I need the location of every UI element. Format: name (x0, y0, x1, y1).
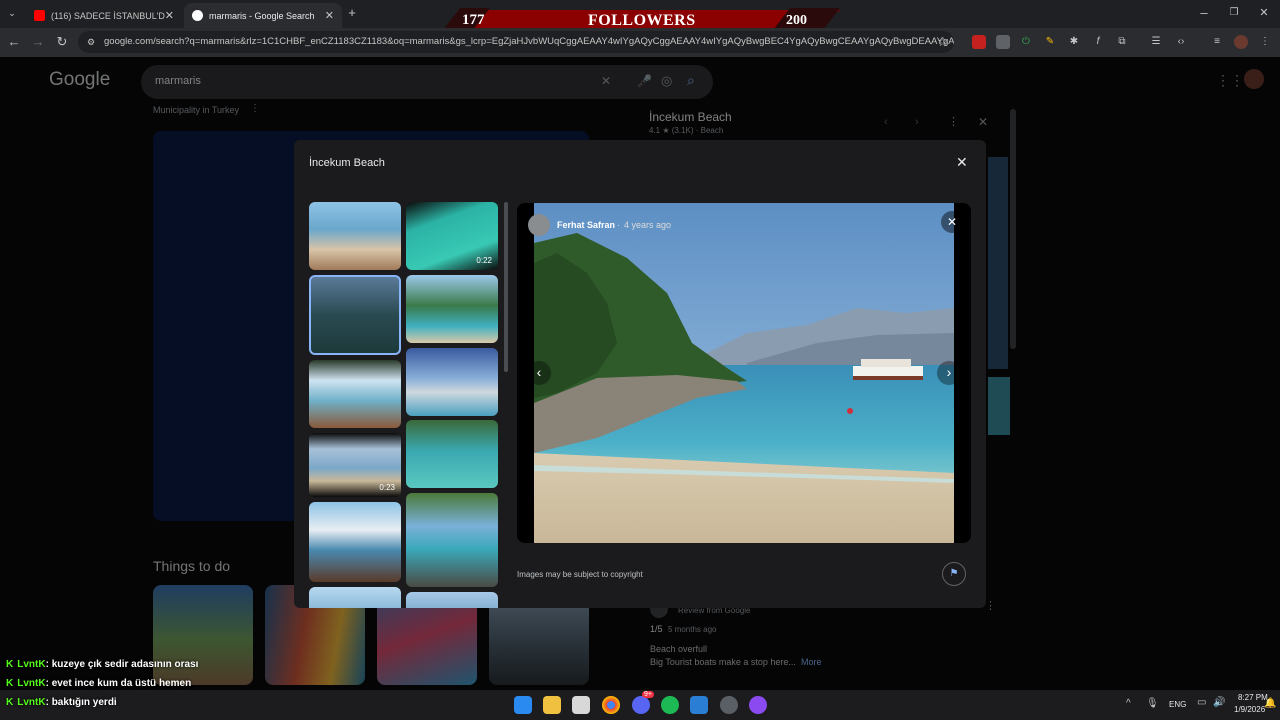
forward-icon[interactable]: → (30, 34, 46, 50)
taskbar: 9+ ^ 🎙 ENG ▭ 🔊 8:27 PM 1/9/2026 🔔 (0, 690, 1280, 720)
video-duration: 0:22 (476, 256, 492, 265)
profile-avatar[interactable] (1234, 35, 1248, 49)
volume-icon[interactable]: 🔊 (1213, 697, 1225, 708)
store-icon[interactable] (572, 696, 590, 714)
gallery-scrollbar[interactable] (504, 202, 508, 372)
post-time: 4 years ago (624, 220, 672, 230)
minimize-icon[interactable]: – (1196, 5, 1212, 21)
language-indicator[interactable]: ENG (1169, 700, 1186, 709)
chat-text: baktığın yerdi (51, 697, 117, 708)
image-viewer-modal: İncekum Beach ✕ 0:22 0:23 Ferhat Safran … (294, 140, 986, 608)
beach-photo[interactable] (517, 203, 971, 543)
window-close-icon[interactable]: ✕ (1256, 5, 1272, 21)
clock-date[interactable]: 1/9/2026 (1234, 705, 1265, 714)
obs-icon[interactable] (720, 696, 738, 714)
gallery-thumbnail-selected[interactable] (309, 275, 401, 355)
tab-title: marmaris - Google Search (209, 10, 315, 21)
viewer-close-icon[interactable]: ✕ (941, 211, 963, 233)
chat-message: K LvntK: baktığın yerdi (6, 697, 117, 708)
gallery-thumbnail[interactable] (406, 420, 498, 488)
tab-youtube[interactable]: (116) SADECE İSTANBUL'DA YA ✕ (26, 3, 182, 28)
followers-goal: 200 (786, 13, 807, 28)
modal-close-icon[interactable]: ✕ (956, 154, 968, 171)
restore-icon[interactable]: ❐ (1226, 5, 1242, 21)
google-icon (192, 10, 203, 21)
chat-message: K LvntK: evet ince kum da üstü hemen (6, 678, 192, 689)
function-extension-icon[interactable]: f (1091, 35, 1105, 49)
back-icon[interactable]: ← (6, 34, 22, 50)
copyright-notice: Images may be subject to copyright (517, 570, 643, 579)
next-image-icon[interactable]: › (937, 361, 961, 385)
followers-current: 177 (462, 12, 485, 28)
youtube-icon (34, 10, 45, 21)
windows-start-icon[interactable] (514, 696, 532, 714)
new-tab-icon[interactable]: + (344, 5, 360, 21)
kick-icon: K (6, 678, 14, 689)
author-name[interactable]: Ferhat Safran (557, 220, 615, 230)
video-duration: 0:23 (379, 483, 395, 492)
search-page: Google marmaris ✕ 🎤 ◎ ⌕ ⋮⋮ Municipality … (0, 57, 1280, 690)
tab-search-list-icon[interactable]: ≡ (1210, 35, 1224, 49)
gallery-thumbnail[interactable] (406, 592, 498, 608)
app-icon[interactable] (749, 696, 767, 714)
reload-icon[interactable]: ↻ (54, 34, 70, 50)
modal-title: İncekum Beach (309, 157, 385, 169)
close-tab-icon[interactable]: ✕ (325, 9, 334, 22)
gallery-thumbnail[interactable] (406, 348, 498, 416)
gallery-video-thumbnail[interactable]: 0:22 (406, 202, 498, 270)
reading-list-icon[interactable]: ☰ (1149, 35, 1163, 49)
extension-icon[interactable] (996, 35, 1010, 49)
tab-search-icon[interactable]: ⌄ (4, 5, 20, 21)
address-bar[interactable]: ⚙ google.com/search?q=marmaris&rlz=1C1CH… (78, 31, 954, 53)
tab-google-search[interactable]: marmaris - Google Search ✕ (184, 3, 342, 28)
gallery-thumbnail[interactable] (309, 502, 401, 582)
gallery-thumbnail[interactable] (406, 275, 498, 343)
vscode-icon[interactable] (690, 696, 708, 714)
bookmark-star-icon[interactable]: ☆ (935, 34, 951, 50)
kick-icon: K (6, 697, 14, 708)
extension-icon[interactable] (972, 35, 986, 49)
gallery-thumbnail[interactable] (309, 360, 401, 428)
gallery-video-thumbnail[interactable]: 0:23 (309, 433, 401, 497)
power-extension-icon[interactable]: ⏻ (1019, 35, 1033, 49)
notifications-icon[interactable]: 🔔 (1264, 698, 1276, 709)
settings-extension-icon[interactable]: ✱ (1067, 35, 1081, 49)
gallery-thumbnail[interactable] (406, 493, 498, 587)
pen-extension-icon[interactable]: ✎ (1043, 35, 1057, 49)
tab-title: (116) SADECE İSTANBUL'DA YA (51, 10, 165, 21)
site-info-icon[interactable]: ⚙ (87, 31, 95, 53)
gallery-thumbnail[interactable] (309, 202, 401, 270)
chat-text: evet ince kum da üstü hemen (51, 678, 192, 689)
discord-icon[interactable]: 9+ (632, 691, 654, 714)
main-image-viewer: Ferhat Safran · 4 years ago ✕ ‹ › (517, 203, 971, 543)
network-icon[interactable]: ▭ (1197, 697, 1206, 708)
code-icon[interactable]: ‹› (1174, 35, 1188, 49)
previous-image-icon[interactable]: ‹ (527, 361, 551, 385)
chat-user: LvntK (17, 659, 46, 670)
kick-icon: K (6, 659, 14, 670)
menu-kebab-icon[interactable]: ⋮ (1258, 35, 1272, 49)
toolbar: ← → ↻ ⚙ google.com/search?q=marmaris&rlz… (0, 28, 1280, 57)
report-flag-icon[interactable]: ⚑ (942, 562, 966, 586)
tray-mic-icon[interactable]: 🎙 (1146, 698, 1159, 709)
file-explorer-icon[interactable] (543, 696, 561, 714)
close-tab-icon[interactable]: ✕ (165, 9, 174, 22)
chat-message: K LvntK: kuzeye çık sedir adasının orası (6, 659, 199, 670)
spotify-icon[interactable] (661, 696, 679, 714)
gallery-thumbnail[interactable] (309, 587, 401, 608)
author-avatar (528, 214, 550, 236)
chat-user: LvntK (17, 678, 46, 689)
chrome-icon[interactable] (602, 696, 620, 714)
notification-badge: 9+ (642, 691, 654, 698)
tray-chevron-icon[interactable]: ^ (1126, 698, 1131, 709)
url-text: google.com/search?q=marmaris&rlz=1C1CHBF… (104, 36, 954, 47)
puzzle-icon[interactable]: ⧉ (1115, 35, 1129, 49)
chat-user: LvntK (17, 697, 46, 708)
chat-text: kuzeye çık sedir adasının orası (51, 659, 199, 670)
